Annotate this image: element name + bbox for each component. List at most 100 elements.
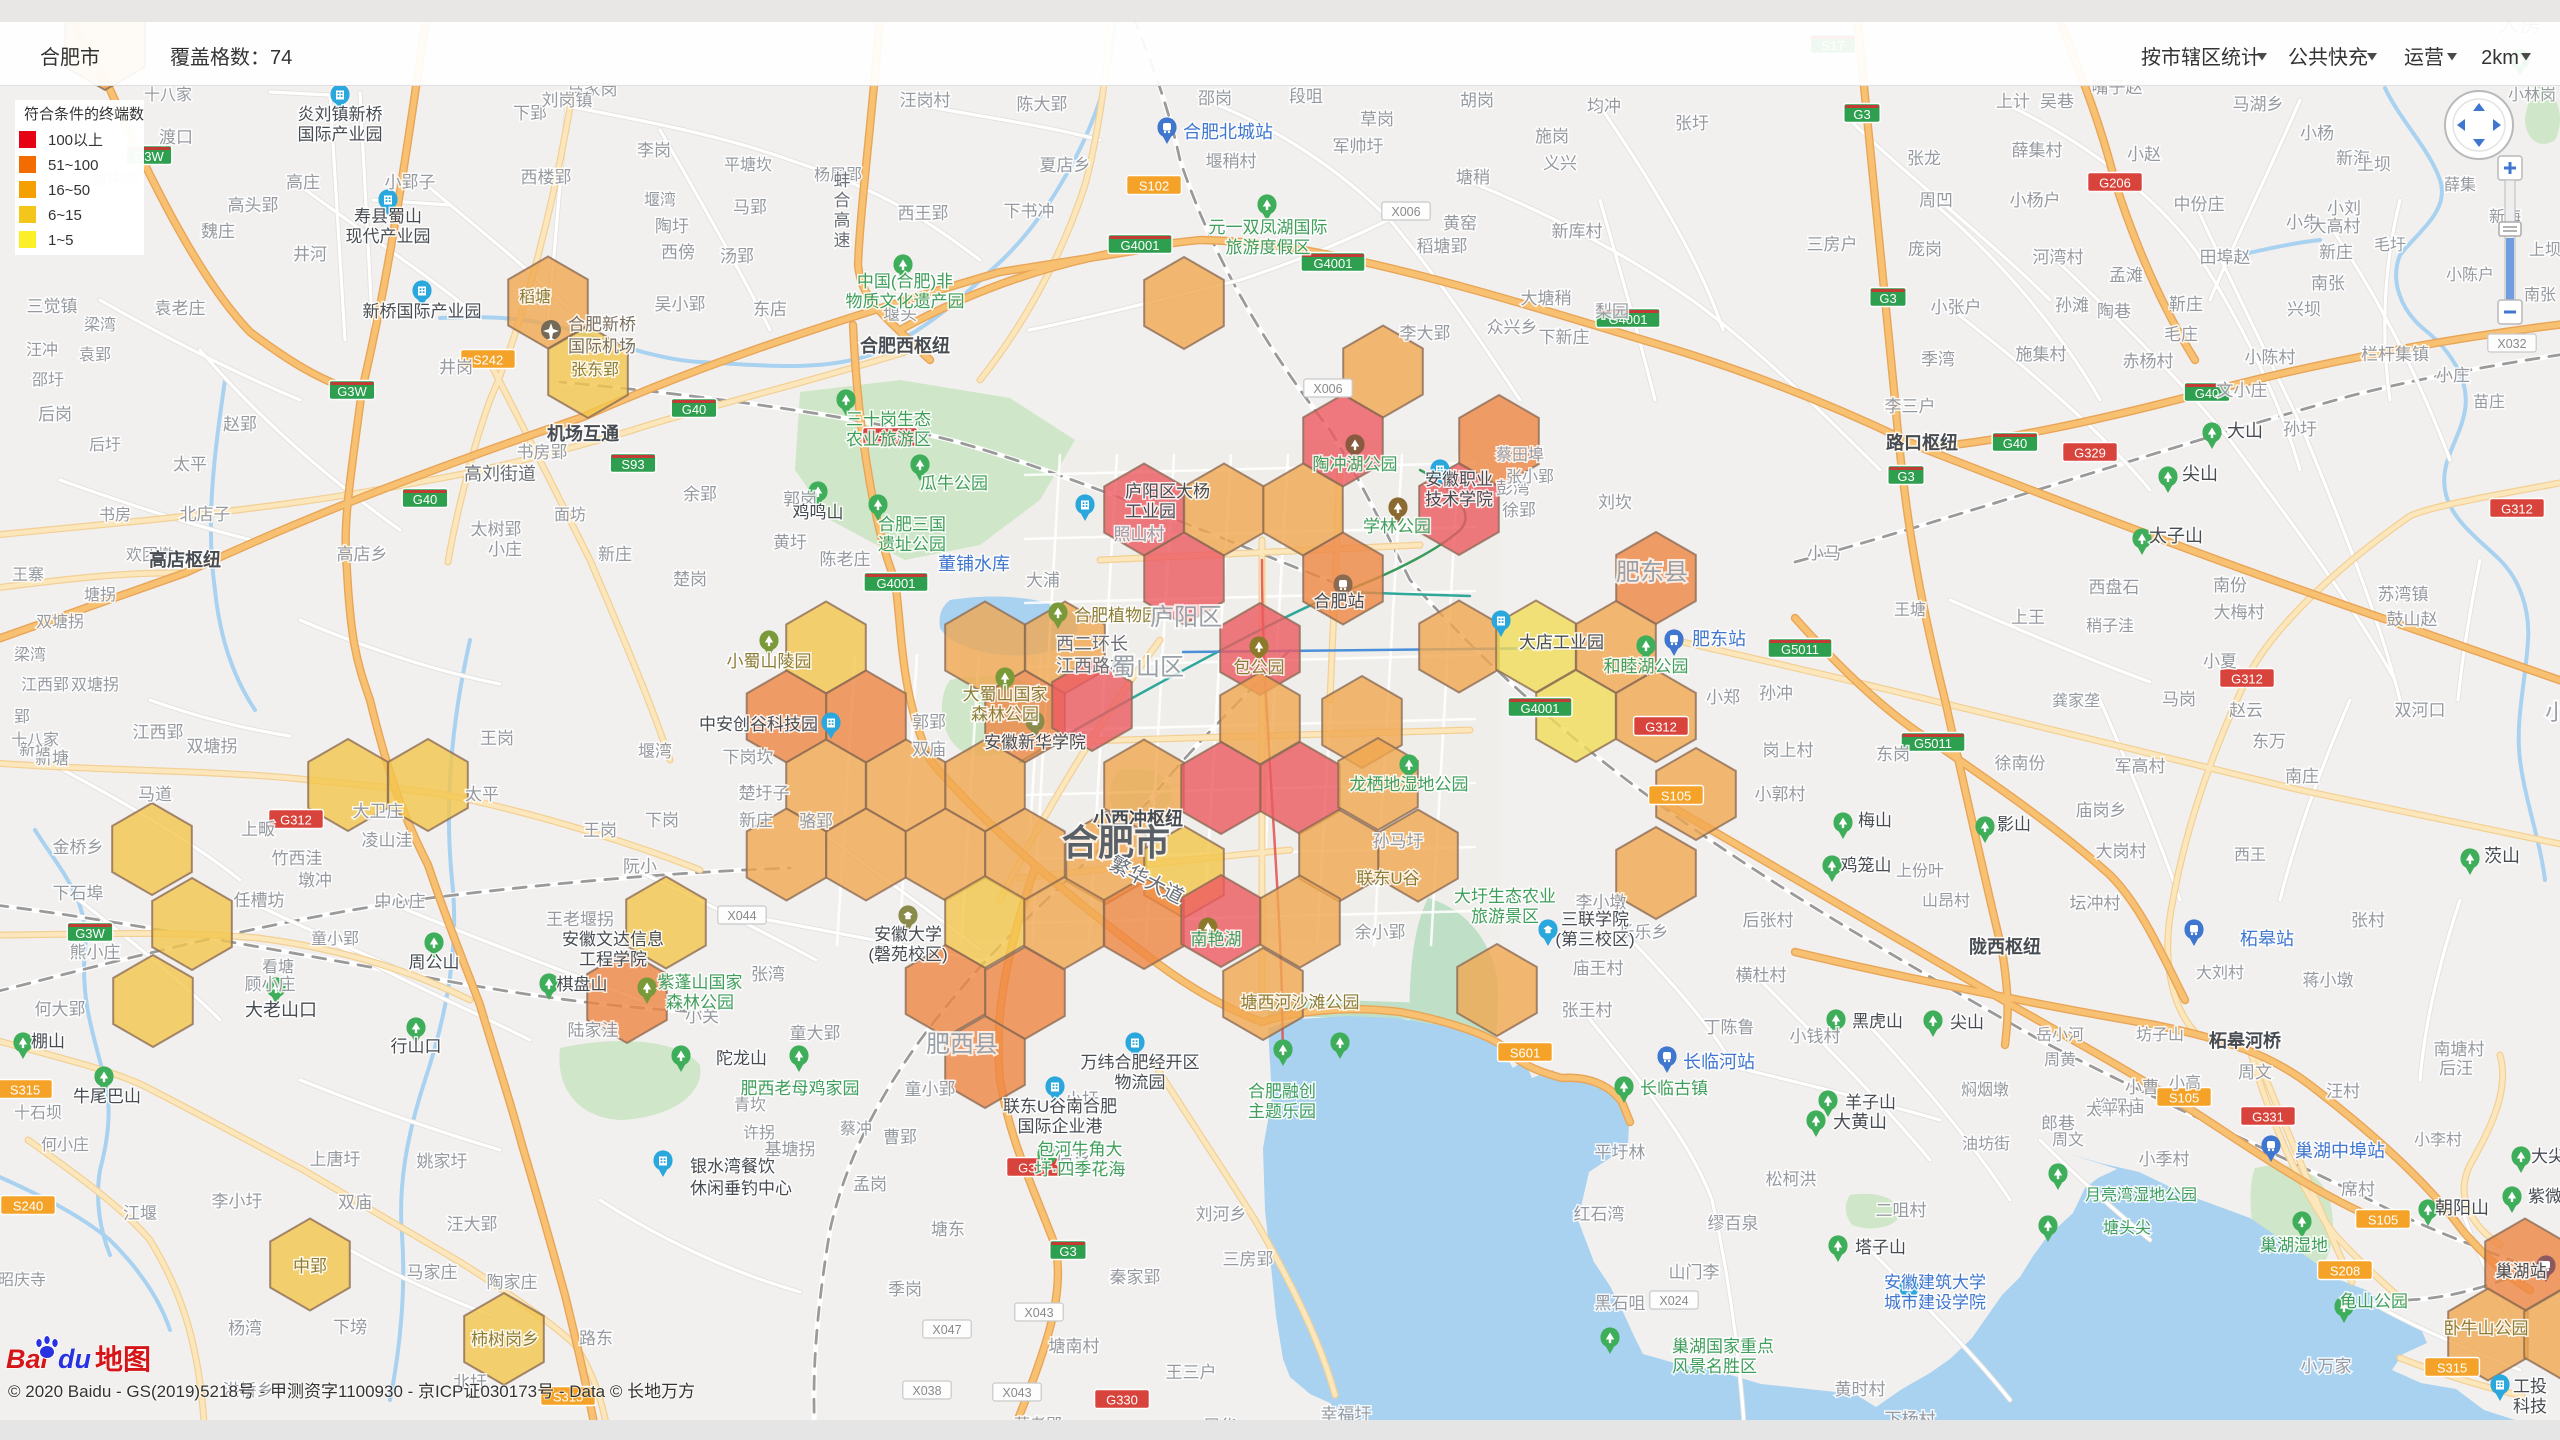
svg-text:运营: 运营 [2404,46,2444,69]
svg-text:上王: 上王 [2011,608,2045,627]
svg-text:西楼郢: 西楼郢 [521,168,572,187]
svg-text:魏庄: 魏庄 [201,222,235,241]
svg-text:袁郢: 袁郢 [79,346,111,364]
svg-text:G40: G40 [413,492,438,507]
svg-text:红石湾: 红石湾 [1574,1205,1625,1224]
svg-text:柘皋站: 柘皋站 [2240,929,2294,949]
svg-text:众兴乡: 众兴乡 [1487,318,1538,337]
svg-text:联东U谷南合肥: 联东U谷南合肥 [1003,1097,1117,1116]
svg-text:S315: S315 [10,1083,40,1098]
svg-text:高头郢: 高头郢 [228,196,279,215]
svg-text:太平: 太平 [173,455,207,474]
svg-text:小陈村: 小陈村 [2245,348,2296,367]
svg-text:高刘街道: 高刘街道 [464,464,536,484]
svg-text:下书冲: 下书冲 [1004,202,1055,221]
svg-text:小张户: 小张户 [1931,298,1982,317]
svg-text:北店子: 北店子 [180,505,231,524]
svg-text:16~50: 16~50 [48,182,90,199]
svg-text:双庙: 双庙 [338,1193,372,1212]
svg-text:卧牛山公园: 卧牛山公园 [2444,1319,2529,1338]
svg-text:51~100: 51~100 [48,157,98,174]
svg-text:刘坎: 刘坎 [1598,493,1632,512]
svg-text:尖山: 尖山 [1950,1013,1984,1032]
svg-text:联东U谷: 联东U谷 [1356,869,1419,888]
svg-text:孟岗: 孟岗 [853,1175,887,1194]
svg-text:焖烟墩: 焖烟墩 [1961,1081,2009,1099]
svg-text:X038: X038 [912,1384,941,1398]
svg-text:马岗: 马岗 [2162,690,2196,709]
svg-text:蒋小墩: 蒋小墩 [2303,971,2354,990]
svg-text:符合条件的终端数: 符合条件的终端数 [24,106,144,123]
svg-text:100以上: 100以上 [48,132,103,149]
svg-text:薛集: 薛集 [2444,176,2476,194]
svg-text:松柯洪: 松柯洪 [1766,1170,1817,1189]
svg-text:席村: 席村 [2341,1180,2375,1199]
svg-text:合: 合 [834,191,851,210]
svg-text:孙马圩: 孙马圩 [1373,832,1424,851]
svg-text:苗庄: 苗庄 [2473,393,2505,411]
svg-text:高店枢纽: 高店枢纽 [149,549,221,570]
svg-text:巢湖站: 巢湖站 [2496,1262,2547,1281]
svg-text:双塘拐: 双塘拐 [71,676,119,694]
svg-text:汪大郢: 汪大郢 [447,1215,498,1234]
svg-text:G5011: G5011 [1914,736,1952,751]
svg-text:梨园: 梨园 [1595,302,1629,321]
svg-text:上坝: 上坝 [2357,155,2391,174]
svg-text:G3: G3 [1059,1244,1076,1259]
svg-text:庐阳区大杨: 庐阳区大杨 [1125,482,1210,501]
svg-text:紫蓬山国家: 紫蓬山国家 [658,973,743,992]
svg-text:国际产业园: 国际产业园 [298,125,383,144]
svg-text:遗址公园: 遗址公园 [878,535,946,554]
svg-text:徐郢: 徐郢 [1502,501,1536,520]
svg-text:周凹: 周凹 [1919,191,1953,210]
svg-text:G330: G330 [1106,1393,1138,1408]
svg-text:森林公园: 森林公园 [971,705,1039,724]
svg-text:三联学院: 三联学院 [1561,910,1629,929]
svg-text:巢湖国家重点: 巢湖国家重点 [1672,1337,1774,1356]
svg-text:十石坝: 十石坝 [14,1104,62,1122]
svg-text:军高村: 军高村 [2115,757,2166,776]
svg-text:许拐: 许拐 [743,1124,775,1142]
svg-text:X032: X032 [2497,337,2526,351]
svg-text:张东郢: 张东郢 [571,361,619,379]
svg-text:G3: G3 [1853,107,1870,122]
svg-text:路口枢纽: 路口枢纽 [1886,432,1958,453]
svg-text:季岗: 季岗 [888,1280,922,1299]
svg-text:周公山: 周公山 [409,953,460,972]
svg-text:小季村: 小季村 [2139,1150,2190,1169]
svg-text:马家庄: 马家庄 [407,1263,458,1282]
svg-text:塘东: 塘东 [931,1220,965,1239]
svg-text:阮小: 阮小 [623,857,657,876]
svg-text:薛集村: 薛集村 [2012,141,2063,160]
svg-text:顾小庄: 顾小庄 [245,975,296,994]
svg-text:陶巷: 陶巷 [2097,302,2131,321]
svg-text:技术学院: 技术学院 [1425,490,1493,509]
svg-text:施集村: 施集村 [2016,345,2067,364]
svg-text:张龙: 张龙 [1907,149,1941,168]
svg-text:稻塘郢: 稻塘郢 [1417,237,1468,256]
svg-text:南张: 南张 [2311,274,2345,293]
svg-text:小曹: 小曹 [2125,1078,2159,1097]
svg-text:梁湾: 梁湾 [84,316,116,334]
svg-text:上唐圩: 上唐圩 [310,1149,361,1169]
svg-text:王岗: 王岗 [583,821,617,840]
svg-text:太子山: 太子山 [2149,526,2203,546]
svg-text:速: 速 [834,231,851,250]
svg-text:G312: G312 [2231,672,2263,687]
svg-text:上计: 上计 [1996,92,2030,111]
svg-text:高店乡: 高店乡 [337,545,388,564]
svg-text:S105: S105 [2169,1091,2199,1106]
svg-text:双塘拐: 双塘拐 [187,737,238,756]
svg-text:X043: X043 [1024,1306,1053,1320]
svg-text:稍子洼: 稍子洼 [2086,617,2134,635]
svg-text:大山: 大山 [2227,421,2263,441]
svg-text:紫微: 紫微 [2528,1187,2560,1206]
svg-text:S242: S242 [473,353,503,368]
svg-text:包河牛角大: 包河牛角大 [1038,1140,1123,1159]
svg-text:后汪: 后汪 [2439,1059,2473,1078]
svg-text:汪岗村: 汪岗村 [900,91,951,110]
svg-text:刘河乡: 刘河乡 [1196,1205,1247,1224]
svg-text:小陈户: 小陈户 [2446,266,2494,284]
svg-text:昭庆寺: 昭庆寺 [0,1271,46,1289]
svg-text:堰稍村: 堰稍村 [1206,152,1257,171]
